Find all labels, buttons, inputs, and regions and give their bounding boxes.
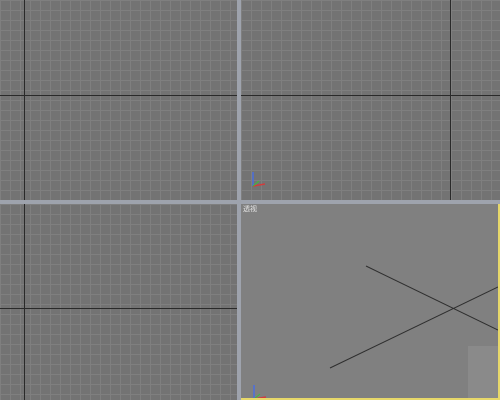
viewport-bottom-left[interactable] [0,204,237,400]
axis-tripod-icon [250,381,270,398]
viewport-top-right[interactable] [241,0,500,200]
grid-major-line [24,0,25,200]
viewport-navigation-button[interactable] [468,346,498,398]
grid-major-line [24,204,25,400]
grid-major-line [0,95,237,96]
viewport-splitter-horizontal[interactable] [0,200,500,204]
grid-major-line [241,95,500,96]
perspective-grid-lines [329,265,498,369]
axis-tripod-icon [249,168,269,190]
viewport-top-left[interactable] [0,0,237,200]
grid-major-line [450,0,451,200]
viewport-perspective-active[interactable]: 透视 [238,201,500,400]
grid-major-line [0,308,237,309]
viewport-layout: 透视 [0,0,500,400]
